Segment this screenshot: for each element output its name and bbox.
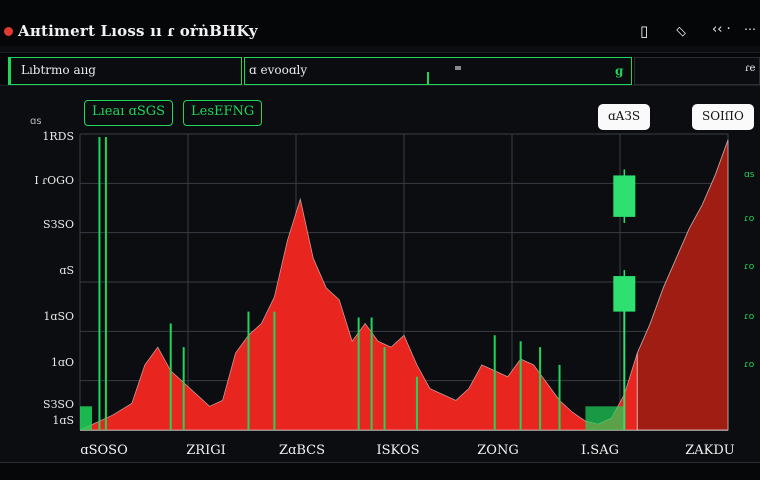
- green-base-strip: [585, 406, 625, 430]
- x-tick-label: I.SAG: [581, 443, 619, 458]
- green-base-strip: [80, 406, 92, 430]
- x-tick-label: ɑSOSO: [80, 443, 128, 458]
- x-tick-label: ZAKDU: [685, 443, 735, 458]
- price-chart[interactable]: [0, 0, 760, 480]
- status-bar: [0, 462, 760, 480]
- x-tick-label: ISKOS: [376, 443, 420, 458]
- candle-body: [613, 175, 636, 217]
- x-tick-label: ZRIGI: [186, 443, 226, 458]
- x-tick-label: ZɑBCS: [278, 443, 326, 458]
- x-tick-label: ZONG: [477, 443, 519, 458]
- candle-body: [613, 276, 636, 312]
